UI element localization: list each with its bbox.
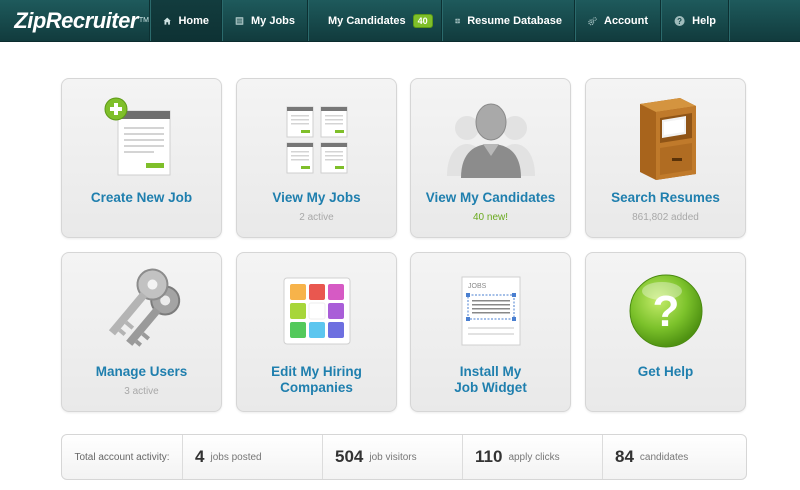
svg-text:?: ? (652, 287, 679, 336)
create-job-illustration (62, 87, 221, 187)
color-grid-icon (283, 277, 350, 345)
search-resumes-illustration (586, 87, 745, 187)
widget-label: JOBS (468, 283, 487, 290)
create-job-title: Create New Job (90, 190, 193, 205)
manage-users-illustration (62, 261, 221, 361)
jobs-posted-value: 4 (195, 447, 205, 466)
edit-companies-title-line1: Edit My Hiring (271, 364, 362, 379)
install-widget-illustration: JOBS (411, 261, 570, 361)
get-help-title: Get Help (637, 364, 694, 379)
database-icon (455, 18, 460, 23)
filing-cabinet-icon (639, 98, 696, 180)
tile-manage-users[interactable]: Manage Users 3 active (61, 252, 222, 412)
tile-edit-hiring-companies[interactable]: Edit My Hiring Companies (236, 252, 397, 412)
nav-spacer (729, 0, 800, 41)
tile-create-new-job[interactable]: Create New Job (61, 78, 222, 238)
tile-search-resumes[interactable]: Search Resumes 861,802 added (585, 78, 746, 238)
nav-resume-database-label: Resume Database (467, 14, 562, 27)
edit-companies-title-line2: Companies (280, 380, 353, 395)
activity-label: Total account activity: (62, 435, 183, 479)
tile-install-job-widget[interactable]: JOBS Install My Job Widget (410, 252, 571, 412)
view-candidates-title: View My Candidates (425, 190, 556, 205)
view-candidates-illustration (411, 87, 570, 187)
question-icon: ? (674, 15, 685, 26)
jobs-posted-label: jobs posted (210, 451, 262, 463)
apply-clicks-label: apply clicks (508, 451, 560, 463)
candidates-group-icon (446, 103, 535, 178)
view-jobs-illustration (237, 87, 396, 187)
brand-trademark: TM (138, 17, 149, 24)
list-icon (235, 16, 244, 25)
brand-logo[interactable]: ZipRecruiter TM (0, 0, 150, 41)
resumes-added-count: 861,802 added (632, 212, 699, 223)
install-widget-title-line2: Job Widget (454, 380, 527, 395)
edit-companies-illustration (237, 261, 396, 361)
stat-apply-clicks: 110 apply clicks (463, 435, 603, 479)
new-document-icon (104, 97, 170, 176)
account-activity-bar: Total account activity: 4 jobs posted 50… (61, 434, 747, 480)
brand-name: ZipRecruiter (14, 7, 138, 33)
nav-my-candidates-label: My Candidates (328, 14, 406, 27)
gears-icon (588, 16, 597, 25)
tile-get-help[interactable]: ? Get Help (585, 252, 746, 412)
apply-clicks-value: 110 (475, 447, 503, 466)
view-jobs-title: View My Jobs (272, 190, 361, 205)
top-navigation: ZipRecruiter TM Home My Jobs My Candidate… (0, 0, 800, 42)
job-visitors-label: job visitors (369, 451, 417, 463)
active-users-count: 3 active (124, 386, 159, 397)
nav-help[interactable]: ? Help (661, 0, 729, 41)
svg-text:?: ? (677, 16, 682, 25)
install-widget-title-line1: Install My (459, 364, 522, 379)
view-jobs-count: 2 active (299, 212, 334, 223)
help-question-icon: ? (629, 274, 702, 348)
candidates-count-badge: 40 (412, 13, 433, 28)
nav-account[interactable]: Account (575, 0, 661, 41)
nav-account-label: Account (604, 14, 648, 27)
job-list-icon (286, 106, 347, 174)
nav-resume-database[interactable]: Resume Database (442, 0, 575, 41)
tile-view-my-jobs[interactable]: View My Jobs 2 active (236, 78, 397, 238)
stat-candidates: 84 candidates (603, 435, 746, 479)
nav-my-candidates[interactable]: My Candidates 40 (308, 0, 442, 41)
nav-home-label: Home (178, 14, 209, 27)
widget-icon: JOBS (461, 276, 520, 346)
home-icon (163, 17, 171, 25)
search-resumes-title: Search Resumes (611, 190, 720, 205)
nav-my-jobs[interactable]: My Jobs (222, 0, 308, 41)
stat-jobs-posted: 4 jobs posted (183, 435, 323, 479)
new-candidates-count: 40 new! (472, 212, 509, 223)
manage-users-title: Manage Users (95, 364, 188, 379)
nav-help-label: Help (692, 14, 716, 27)
nav-my-jobs-label: My Jobs (250, 14, 295, 27)
tile-view-my-candidates[interactable]: View My Candidates 40 new! (410, 78, 571, 238)
stat-job-visitors: 504 job visitors (323, 435, 463, 479)
candidates-label: candidates (639, 451, 689, 463)
candidates-value: 84 (615, 447, 634, 466)
keys-icon (108, 268, 180, 347)
get-help-illustration: ? (586, 261, 745, 361)
nav-home[interactable]: Home (150, 0, 222, 41)
job-visitors-value: 504 (335, 447, 364, 466)
